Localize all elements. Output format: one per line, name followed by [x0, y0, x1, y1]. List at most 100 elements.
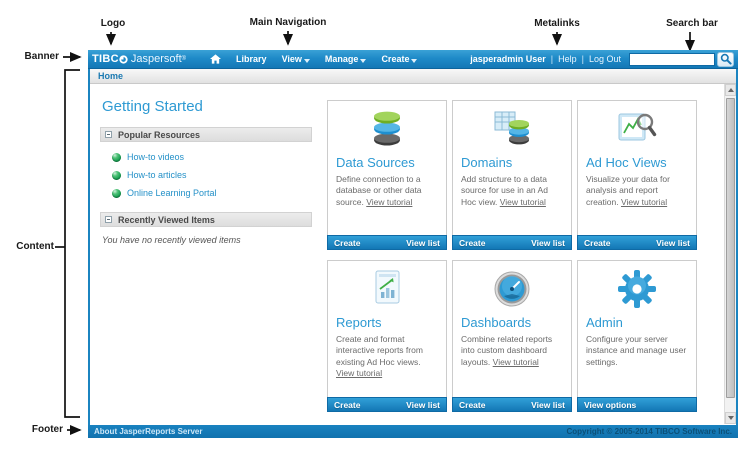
view-list-button[interactable]: View list — [531, 238, 565, 248]
view-list-button[interactable]: View list — [406, 400, 440, 410]
view-tutorial-link[interactable]: View tutorial — [500, 197, 546, 207]
globe-bullet-icon — [112, 152, 121, 162]
create-button[interactable]: Create — [459, 400, 485, 410]
nav-manage[interactable]: Manage — [325, 54, 367, 64]
view-options-button[interactable]: View options — [584, 400, 636, 410]
about-link[interactable]: About JasperReports Server — [94, 427, 202, 436]
nav-create-label: Create — [381, 54, 410, 64]
view-tutorial-link[interactable]: View tutorial — [493, 357, 539, 367]
view-list-button[interactable]: View list — [531, 400, 565, 410]
reports-icon — [328, 261, 446, 311]
callout-footer: Footer — [31, 424, 63, 435]
section-recently-viewed[interactable]: Recently Viewed Items — [100, 212, 312, 227]
card-title: Data Sources — [336, 155, 415, 170]
breadcrumb[interactable]: Home — [98, 71, 123, 81]
banner: TIBC Jaspersoft ® Library View Manage Cr… — [88, 50, 738, 69]
search-input[interactable] — [629, 52, 715, 66]
card-description: Create and format interactive reports fr… — [328, 332, 446, 382]
search-icon — [720, 53, 732, 65]
card-description-text: Create and format interactive reports fr… — [336, 334, 423, 367]
card-description: Define connection to a database or other… — [328, 172, 446, 210]
recently-viewed-empty-note: You have no recently viewed items — [102, 235, 241, 245]
jasperserver-window: TIBC Jaspersoft ® Library View Manage Cr… — [88, 50, 738, 438]
data-sources-icon — [328, 101, 446, 151]
logged-in-user: jasperadmin User — [470, 54, 546, 64]
globe-bullet-icon — [112, 170, 121, 180]
view-tutorial-link[interactable]: View tutorial — [336, 368, 382, 378]
card-action-bar: Create View list — [327, 397, 447, 412]
separator: | — [550, 54, 554, 64]
card-admin: Admin Configure your server instance and… — [577, 260, 697, 412]
search-button[interactable] — [717, 51, 734, 67]
nav-home[interactable] — [210, 54, 222, 64]
collapse-icon[interactable] — [105, 216, 112, 223]
triangle-down-icon — [727, 416, 734, 420]
nav-view[interactable]: View — [282, 54, 310, 64]
card-description: Configure your server instance and manag… — [578, 332, 696, 370]
callout-search-bar: Search bar — [666, 18, 718, 29]
create-button[interactable]: Create — [334, 400, 360, 410]
callout-logo: Logo — [100, 18, 126, 29]
documentation-figure: Logo Main Navigation Metalinks Search ba… — [0, 0, 750, 452]
callout-main-navigation: Main Navigation — [249, 17, 327, 28]
copyright-text: Copyright © 2005-2014 TIBCO Software Inc… — [566, 427, 733, 436]
nav-create[interactable]: Create — [381, 54, 418, 64]
separator: | — [581, 54, 584, 64]
tibco-o-swirl-icon — [119, 54, 128, 64]
section-popular-resources[interactable]: Popular Resources — [100, 127, 312, 142]
link-label: How-to videos — [127, 152, 185, 162]
content-bracket — [64, 69, 80, 418]
create-button[interactable]: Create — [584, 238, 610, 248]
link-how-to-articles[interactable]: How-to articles — [112, 170, 312, 180]
card-action-bar: Create View list — [327, 235, 447, 250]
help-link[interactable]: Help — [558, 54, 577, 64]
card-description: Add structure to a data source for use i… — [453, 172, 571, 210]
vertical-scrollbar[interactable] — [724, 84, 736, 424]
card-action-bar: Create View list — [452, 397, 572, 412]
search-bar — [629, 51, 734, 67]
footer: About JasperReports Server Copyright © 2… — [88, 425, 738, 438]
create-button[interactable]: Create — [459, 238, 485, 248]
domains-icon — [453, 101, 571, 151]
collapse-icon[interactable] — [105, 131, 112, 138]
nav-manage-label: Manage — [324, 54, 359, 64]
card-description: Combine related reports into custom dash… — [453, 332, 571, 370]
nav-library[interactable]: Library — [236, 54, 267, 64]
nav-library-label: Library — [236, 54, 267, 64]
section-title: Popular Resources — [118, 129, 201, 140]
card-ad-hoc-views: Ad Hoc Views Visualize your data for ana… — [577, 100, 697, 250]
card-title: Admin — [586, 315, 623, 330]
link-how-to-videos[interactable]: How-to videos — [112, 152, 312, 162]
getting-started-panel: Getting Started Popular Resources How-to… — [100, 94, 312, 245]
link-label: How-to articles — [127, 170, 187, 180]
main-navigation: Library View Manage Create — [210, 54, 418, 64]
scroll-up-button[interactable] — [725, 84, 736, 96]
card-title: Dashboards — [461, 315, 532, 330]
jaspersoft-wordmark: Jaspersoft — [130, 53, 182, 65]
view-list-button[interactable]: View list — [406, 238, 440, 248]
scroll-down-button[interactable] — [725, 412, 736, 424]
view-tutorial-link[interactable]: View tutorial — [366, 197, 412, 207]
card-action-bar: Create View list — [577, 235, 697, 250]
card-description: Visualize your data for analysis and rep… — [578, 172, 696, 210]
logout-link[interactable]: Log Out — [589, 54, 621, 64]
admin-gear-icon — [578, 261, 696, 311]
create-button[interactable]: Create — [334, 238, 360, 248]
card-action-bar: Create View list — [452, 235, 572, 250]
home-icon — [210, 54, 222, 64]
view-tutorial-link[interactable]: View tutorial — [621, 197, 667, 207]
link-label: Online Learning Portal — [127, 188, 217, 198]
chevron-down-icon — [411, 59, 418, 63]
view-list-button[interactable]: View list — [656, 238, 690, 248]
card-title: Ad Hoc Views — [586, 155, 667, 170]
popular-resources-links: How-to videos How-to articles Online Lea… — [112, 152, 312, 198]
breadcrumb-bar: Home — [90, 69, 736, 84]
chevron-down-icon — [360, 59, 367, 63]
callout-content: Content — [16, 241, 54, 252]
triangle-up-icon — [727, 88, 734, 92]
tibco-wordmark: TIBC — [92, 53, 119, 65]
link-online-learning-portal[interactable]: Online Learning Portal — [112, 188, 312, 198]
card-reports: Reports Create and format interactive re… — [327, 260, 447, 412]
metalinks: jasperadmin User | Help | Log Out — [470, 54, 621, 64]
scrollbar-thumb[interactable] — [726, 98, 735, 398]
